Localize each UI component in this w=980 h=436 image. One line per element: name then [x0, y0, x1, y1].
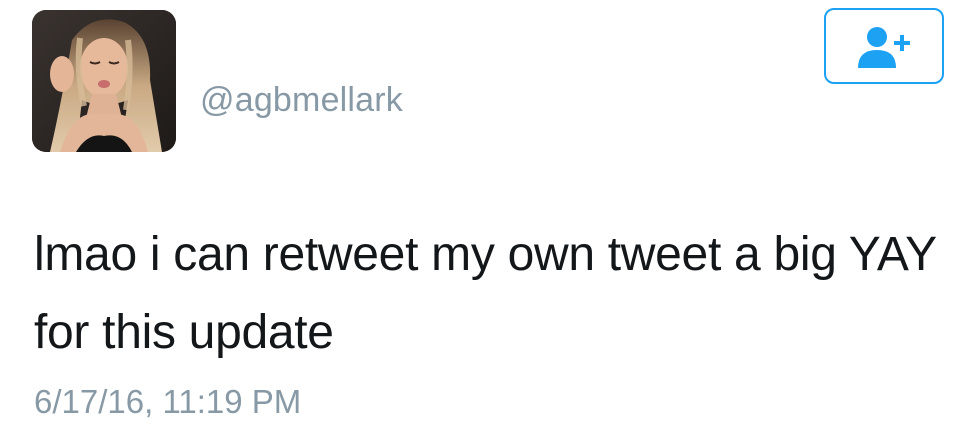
- tweet-timestamp[interactable]: 6/17/16, 11:19 PM: [34, 382, 301, 422]
- add-user-icon: [858, 27, 910, 68]
- avatar[interactable]: [32, 10, 176, 152]
- avatar-photo: [32, 10, 176, 152]
- follow-button[interactable]: [824, 8, 944, 84]
- tweet-card: @agbmellark lmao i can retweet my own tw…: [0, 0, 980, 436]
- user-handle[interactable]: @agbmellark: [200, 80, 403, 120]
- tweet-text: lmao i can retweet my own tweet a big YA…: [34, 228, 936, 359]
